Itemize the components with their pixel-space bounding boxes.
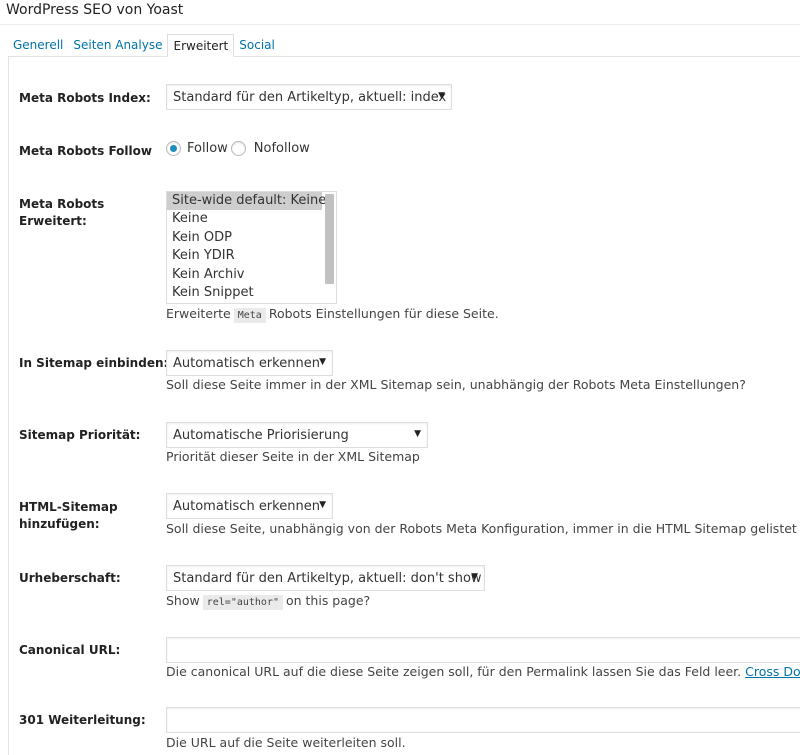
html-sitemap-label: HTML-Sitemap hinzufügen: [19,499,118,533]
listbox-scrollbar[interactable] [325,194,334,284]
meta-robots-index-value: Standard für den Artikeltyp, aktuell: in… [173,90,447,105]
sitemap-priority-label: Sitemap Priorität: [19,428,141,442]
sitemap-include-label: In Sitemap einbinden: [19,356,169,370]
html-sitemap-label-line2: hinzufügen: [19,517,100,531]
redirect-301-description: Die URL auf die Seite weiterleiten soll. [166,735,406,750]
desc-text: Robots Einstellungen für diese Seite. [268,306,499,321]
code-snippet: rel="author" [202,595,283,610]
meta-robots-follow-label: Meta Robots Follow [19,144,152,158]
html-sitemap-label-line1: HTML-Sitemap [19,500,118,514]
cross-domain-link[interactable]: Cross Dom [745,664,800,679]
chevron-down-icon: ▼ [438,91,445,101]
chevron-down-icon: ▼ [471,572,478,582]
chevron-down-icon: ▼ [319,357,326,367]
meta-robots-advanced-description: Erweiterte Meta Robots Einstellungen für d… [166,306,499,323]
desc-text: Erweiterte [166,306,231,321]
meta-robots-advanced-label-line1: Meta Robots [19,197,105,211]
tab-generell[interactable]: Generell [8,34,68,57]
divider [0,24,800,25]
desc-text: on this page? [285,593,371,608]
sitemap-priority-select[interactable]: Automatische Priorisierung ▼ [166,422,428,448]
sitemap-include-value: Automatisch erkennen [173,356,320,371]
list-option[interactable]: Kein Snippet [167,284,322,302]
chevron-down-icon: ▼ [414,429,421,439]
redirect-301-input[interactable] [166,707,800,733]
authorship-label: Urheberschaft: [19,571,121,585]
chevron-down-icon: ▼ [319,500,326,510]
html-sitemap-select[interactable]: Automatisch erkennen ▼ [166,493,333,519]
desc-text: Show [166,593,200,608]
tab-bar: Generell Seiten Analyse Erweitert Social [8,34,280,57]
sitemap-include-description: Soll diese Seite immer in der XML Sitema… [166,377,746,392]
page-title: WordPress SEO von Yoast [6,2,184,18]
sitemap-priority-value: Automatische Priorisierung [173,428,349,443]
html-sitemap-description: Soll diese Seite, unabhängig von der Rob… [166,521,800,536]
list-option[interactable]: Kein ODP [167,229,322,247]
meta-robots-index-select[interactable]: Standard für den Artikeltyp, aktuell: in… [166,84,452,110]
redirect-301-label: 301 Weiterleitung: [19,713,146,727]
authorship-description: Show rel="author" on this page? [166,593,371,610]
sitemap-include-select[interactable]: Automatisch erkennen ▼ [166,350,333,376]
follow-radio[interactable] [166,141,181,156]
list-option[interactable]: Kein Archiv [167,266,322,284]
tab-seiten-analyse[interactable]: Seiten Analyse [68,34,167,57]
follow-radio-label[interactable]: Follow [187,141,228,156]
sitemap-priority-description: Priorität dieser Seite in der XML Sitema… [166,449,420,464]
canonical-url-description: Die canonical URL auf die diese Seite ze… [166,664,800,679]
authorship-value: Standard für den Artikeltyp, aktuell: do… [173,571,482,586]
nofollow-radio-label[interactable]: Nofollow [254,141,310,156]
list-option[interactable]: Keine [167,210,322,228]
nofollow-radio[interactable] [230,141,246,156]
meta-robots-advanced-label-line2: Erweitert: [19,214,87,228]
follow-radio-group: Follow Nofollow [166,141,310,156]
meta-robots-advanced-label: Meta Robots Erweitert: [19,196,104,230]
tab-social[interactable]: Social [234,34,280,57]
canonical-url-input[interactable] [166,637,800,663]
authorship-select[interactable]: Standard für den Artikeltyp, aktuell: do… [166,565,485,591]
code-snippet: Meta [233,308,266,323]
list-option[interactable]: Site-wide default: Keine [167,192,326,211]
html-sitemap-value: Automatisch erkennen [173,499,320,514]
list-option[interactable]: Kein YDIR [167,247,322,265]
desc-text: Die canonical URL auf die diese Seite ze… [166,664,742,679]
meta-robots-index-label: Meta Robots Index: [19,91,151,105]
meta-robots-advanced-listbox[interactable]: Site-wide default: Keine Keine Kein ODP … [166,191,337,304]
canonical-url-label: Canonical URL: [19,643,121,657]
tab-erweitert[interactable]: Erweitert [167,34,235,57]
